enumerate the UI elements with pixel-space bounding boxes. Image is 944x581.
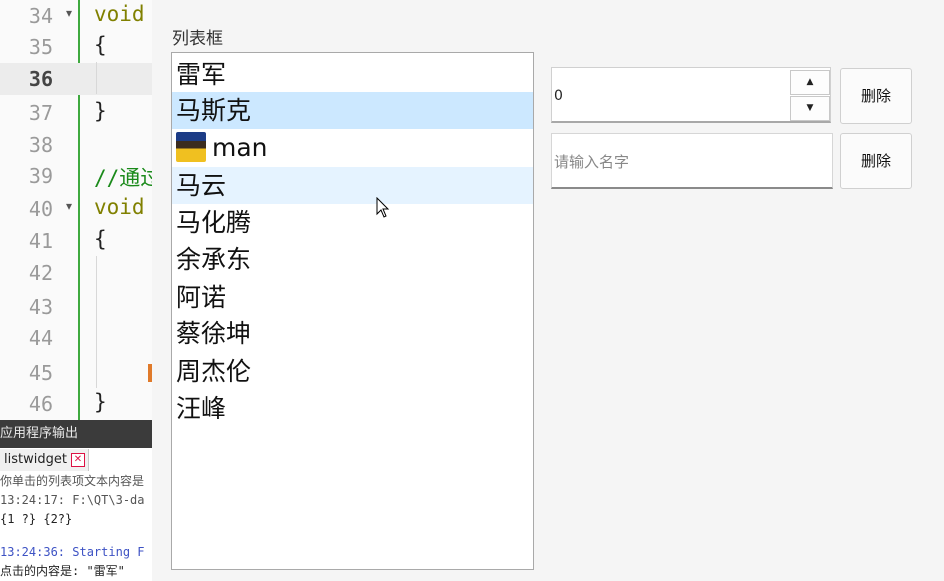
code-text: {	[94, 227, 107, 251]
list-item[interactable]: 阿诺	[172, 279, 533, 316]
line-number: 39	[28, 164, 53, 188]
list-item-label: 蔡徐坤	[176, 319, 252, 348]
list-item[interactable]: 余承东	[172, 241, 533, 278]
ide-background: 34 ▾ void 35 {36 37} 38 39 //通过 40 ▾ void 41 {42 43 44 4…	[0, 0, 152, 581]
fold-arrow-icon[interactable]: ▾	[66, 6, 72, 20]
name-input-field[interactable]	[551, 133, 836, 189]
line-number: 46	[28, 392, 53, 416]
line-number: 37	[28, 101, 53, 125]
list-item[interactable]: 蔡徐坤	[172, 315, 533, 352]
code-line[interactable]: 41 {	[0, 225, 152, 257]
list-item[interactable]: man	[172, 129, 533, 166]
list-item[interactable]: 马云	[172, 167, 533, 204]
name-input[interactable]	[552, 134, 836, 189]
code-line[interactable]: 44	[0, 322, 152, 354]
line-number: 45	[28, 361, 53, 385]
output-pane-header: 应用程序输出	[0, 420, 152, 448]
code-line[interactable]: 39 //通过	[0, 160, 152, 192]
output-line: 点击的内容是: "雷军"	[0, 564, 125, 578]
list-item[interactable]: 马斯克	[172, 92, 533, 129]
delete-by-name-button[interactable]: 删除	[840, 133, 912, 189]
list-item-label: 阿诺	[176, 283, 227, 312]
line-number: 40	[28, 197, 53, 221]
output-pane-title: 应用程序输出	[0, 426, 79, 441]
output-line: 13:24:17: F:\QT\3-da	[0, 493, 145, 507]
list-item[interactable]: 周杰伦	[172, 353, 533, 390]
close-icon[interactable]: ✕	[70, 452, 85, 467]
code-line[interactable]: 34 ▾ void	[0, 0, 152, 32]
fold-arrow-icon[interactable]: ▾	[66, 199, 72, 213]
app-window: 列表框 雷军 马斯克 man 马云 马化腾 余承东 阿诺 蔡徐坤 周杰伦 汪峰 0 ▲ ▼ 删除 …	[152, 0, 944, 581]
line-number: 43	[28, 295, 53, 319]
line-number: 41	[28, 229, 53, 253]
list-item[interactable]: 雷军	[172, 56, 533, 93]
output-line: 13:24:36: Starting F	[0, 545, 145, 559]
code-editor[interactable]: 34 ▾ void 35 {36 37} 38 39 //通过 40 ▾ void 41 {42 43 44 4…	[0, 0, 152, 420]
code-line[interactable]: 35 {	[0, 31, 152, 63]
code-line[interactable]: 36	[0, 63, 152, 95]
code-text: //通过	[94, 166, 152, 190]
list-item-label: 马化腾	[176, 208, 252, 237]
line-number: 34	[28, 4, 53, 28]
list-group-title: 列表框	[172, 29, 223, 49]
code-line[interactable]: 38	[0, 129, 152, 161]
code-text: void	[94, 2, 145, 26]
list-item[interactable]: 汪峰	[172, 390, 533, 427]
spinbox-value[interactable]: 0	[554, 88, 563, 104]
output-tab[interactable]: listwidget ✕	[0, 449, 89, 471]
code-text: void	[94, 195, 145, 219]
player-photo-icon	[176, 132, 206, 162]
line-number: 36	[28, 67, 53, 91]
indent-guide	[96, 256, 97, 388]
list-item-label: man	[212, 133, 268, 162]
code-text: }	[94, 390, 107, 414]
code-line[interactable]: 45	[0, 357, 152, 389]
code-text: {	[94, 33, 107, 57]
list-item-label: 马斯克	[176, 96, 252, 125]
delete-by-index-button[interactable]: 删除	[840, 68, 912, 124]
code-line[interactable]: 43	[0, 291, 152, 323]
code-line[interactable]: 37}	[0, 97, 152, 129]
arrow-up-icon: ▲	[806, 77, 814, 87]
output-tab-label: listwidget	[4, 452, 67, 467]
output-line: {1 ?} {2?}	[0, 512, 73, 526]
line-number: 38	[28, 133, 53, 157]
code-line[interactable]: 40 ▾ void	[0, 193, 152, 225]
list-item-label: 余承东	[176, 245, 252, 274]
mouse-pointer-icon	[376, 197, 390, 218]
spin-down-button[interactable]: ▼	[790, 96, 830, 121]
code-text: }	[94, 99, 107, 123]
index-spinbox[interactable]: 0 ▲ ▼	[551, 67, 831, 123]
output-line: 你单击的列表项文本内容是	[0, 474, 145, 488]
line-number: 44	[28, 326, 53, 350]
arrow-down-icon: ▼	[806, 103, 814, 113]
list-widget[interactable]: 雷军马斯克 man 马云马化腾余承东阿诺蔡徐坤周杰伦汪峰	[171, 52, 534, 570]
line-number: 42	[28, 261, 53, 285]
list-item-label: 周杰伦	[176, 357, 252, 386]
line-number: 35	[28, 35, 53, 59]
spin-up-button[interactable]: ▲	[790, 70, 830, 95]
list-item-label: 雷军	[176, 60, 227, 89]
indent-guide	[96, 62, 97, 94]
list-item-label: 马云	[176, 171, 227, 200]
list-item-label: 汪峰	[176, 394, 227, 423]
list-item[interactable]: 马化腾	[172, 204, 533, 241]
code-line[interactable]: 42	[0, 257, 152, 289]
code-line[interactable]: 46}	[0, 388, 152, 420]
